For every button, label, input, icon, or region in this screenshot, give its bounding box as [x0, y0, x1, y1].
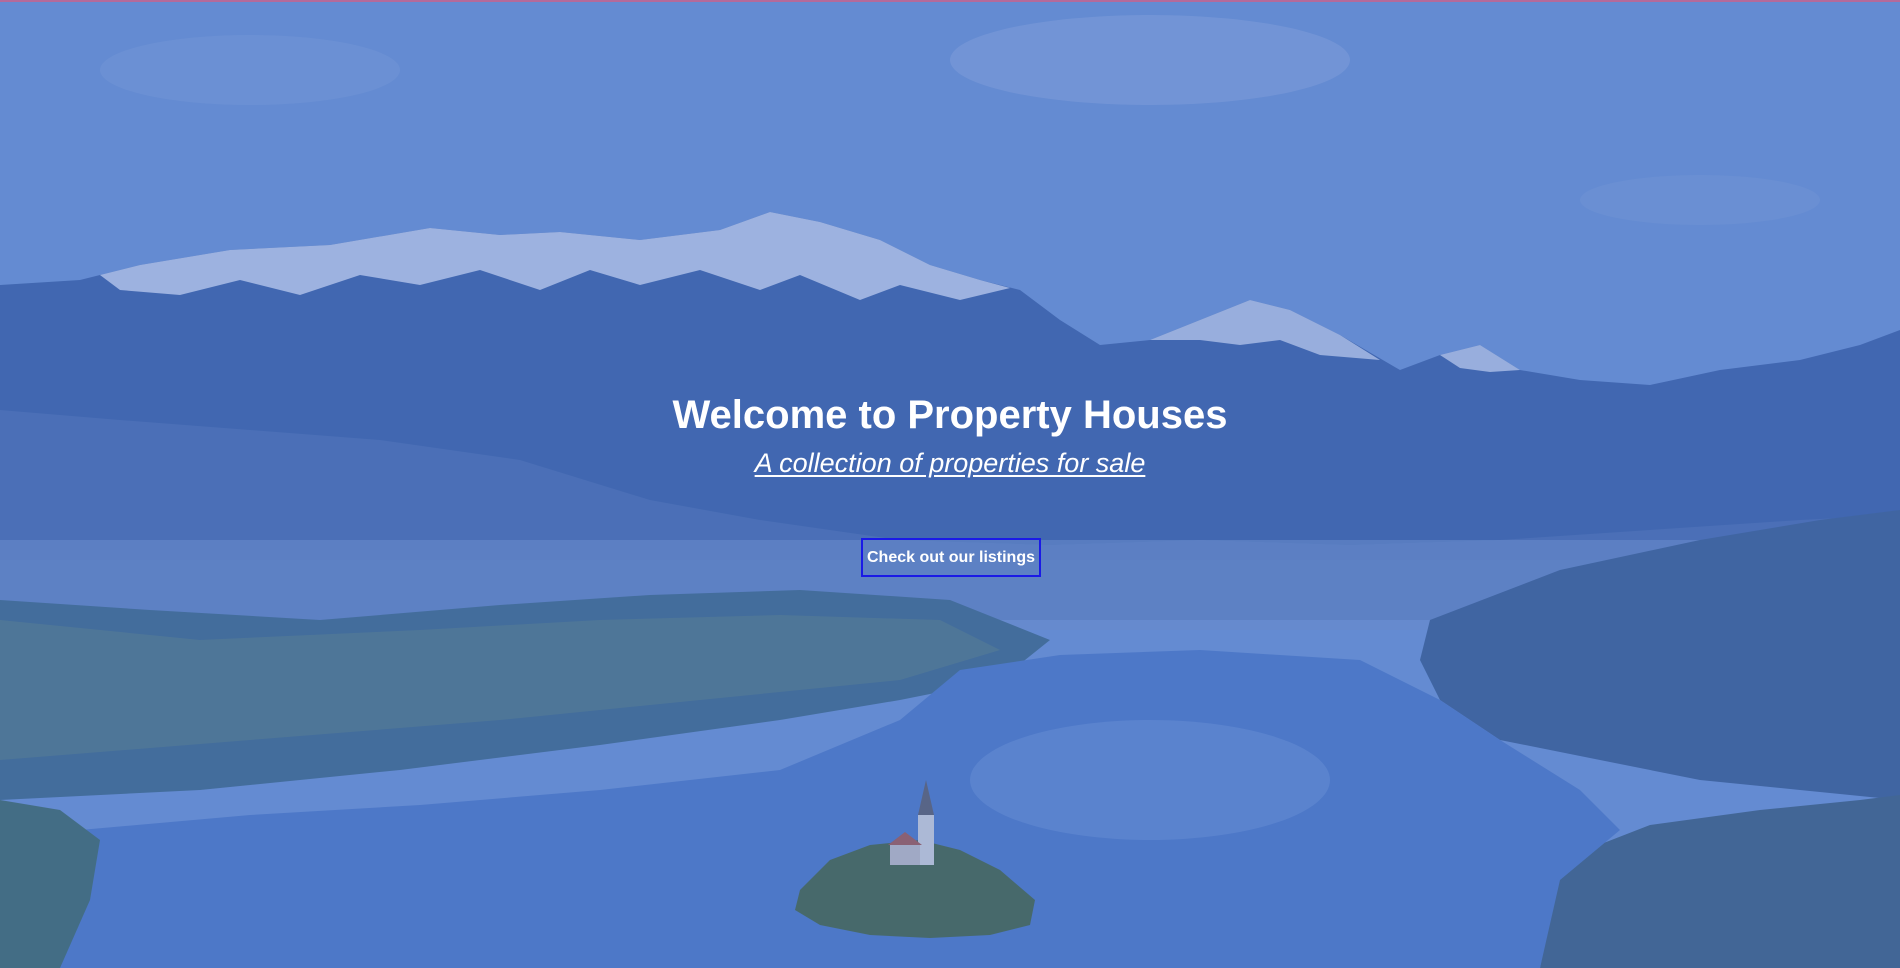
hero-content: Welcome to Property Houses A collection … — [0, 0, 1900, 968]
hero-section: Welcome to Property Houses A collection … — [0, 0, 1900, 968]
top-accent-line — [0, 0, 1900, 2]
hero-title: Welcome to Property Houses — [672, 393, 1228, 437]
hero-subtitle[interactable]: A collection of properties for sale — [0, 448, 1900, 479]
listings-cta-button[interactable]: Check out our listings — [861, 538, 1041, 577]
